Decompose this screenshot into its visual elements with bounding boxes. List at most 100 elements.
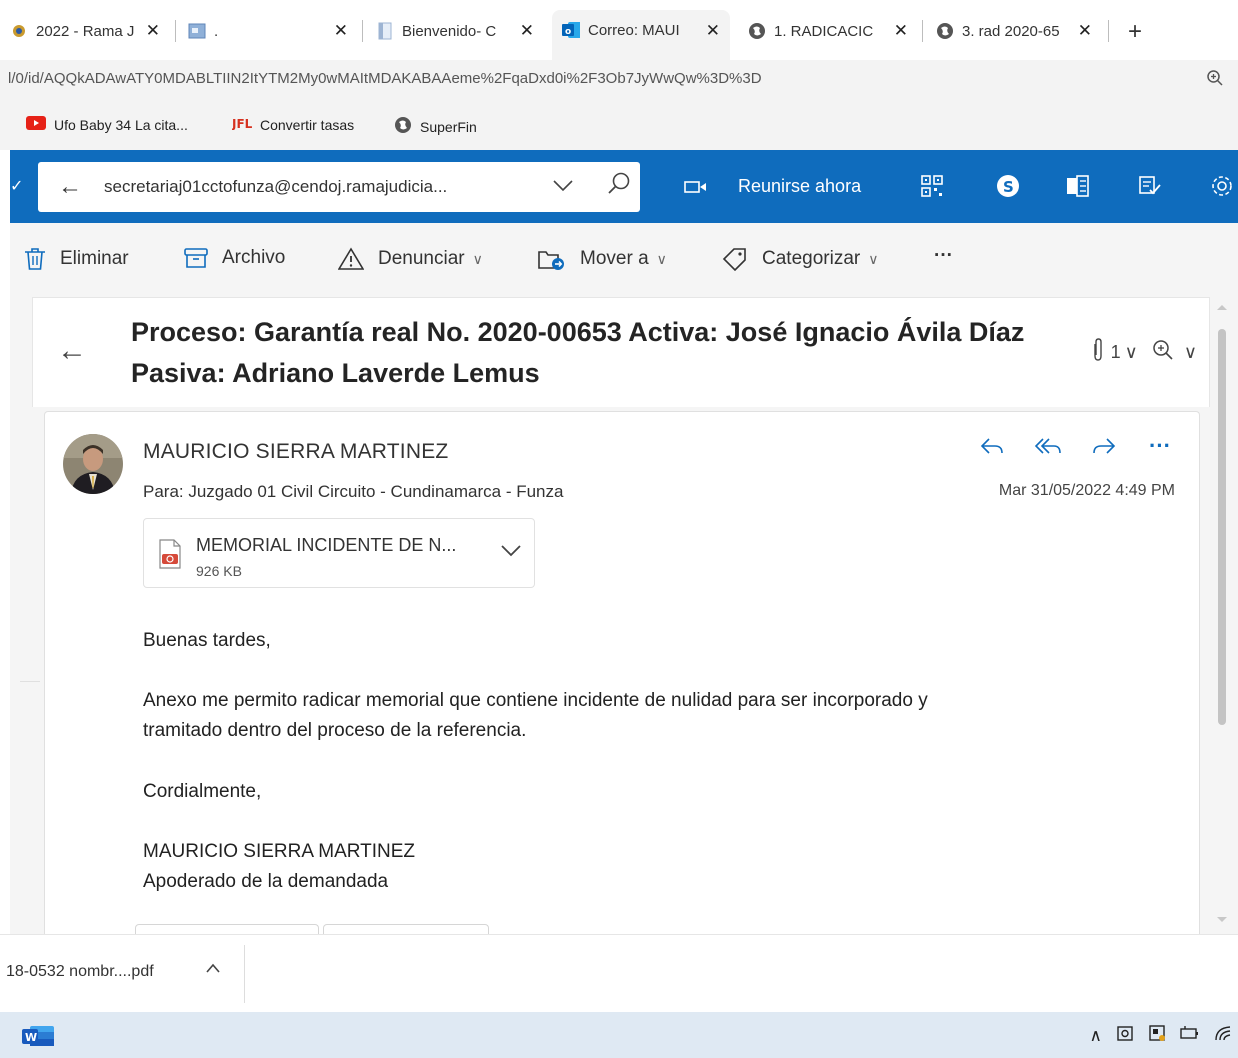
forward-icon[interactable]: [1089, 432, 1119, 460]
report-label: Denunciar: [378, 248, 465, 269]
close-tab-icon[interactable]: ✕: [334, 21, 348, 41]
scroll-down-icon[interactable]: [1217, 917, 1227, 922]
close-tab-icon[interactable]: ✕: [894, 21, 908, 41]
outlook-tray-icon[interactable]: [1116, 1024, 1134, 1047]
search-input[interactable]: secretariaj01cctofunza@cendoj.ramajudici…: [104, 177, 524, 197]
battery-icon[interactable]: [1180, 1024, 1200, 1047]
chevron-down-icon[interactable]: ∨: [1125, 342, 1138, 363]
scrollbar[interactable]: [1212, 297, 1232, 934]
sender-name[interactable]: MAURICIO SIERRA MARTINEZ: [143, 440, 448, 464]
close-tab-icon[interactable]: ✕: [146, 21, 160, 41]
wifi-icon[interactable]: [1214, 1024, 1232, 1047]
meet-now-button[interactable]: Reunirse ahora: [684, 176, 861, 197]
chevron-down-icon[interactable]: ✓: [10, 176, 23, 196]
back-arrow-icon[interactable]: ←: [57, 334, 87, 368]
new-tab-button[interactable]: +: [1128, 18, 1142, 46]
attachment-name: MEMORIAL INCIDENTE DE N...: [196, 535, 457, 555]
report-button[interactable]: Denunciar ∨: [338, 247, 483, 271]
categorize-button[interactable]: Categorizar ∨: [722, 247, 878, 271]
chevron-down-icon[interactable]: ∨: [1184, 342, 1197, 363]
avatar[interactable]: [63, 434, 123, 494]
bookmarks-bar: Ufo Baby 34 La cita... JFL Convertir tas…: [0, 100, 1238, 150]
rama-favicon-icon: [10, 22, 28, 40]
scrollbar-thumb[interactable]: [1218, 329, 1226, 725]
body-closing: Cordialmente,: [143, 781, 262, 802]
chevron-up-icon[interactable]: ∧: [1090, 1026, 1102, 1046]
folder-move-icon: [538, 247, 566, 271]
gear-icon[interactable]: [1208, 172, 1236, 200]
archive-button[interactable]: Archivo: [184, 247, 285, 269]
divider: [244, 945, 245, 1003]
system-tray: ∧: [1090, 1024, 1232, 1047]
paperclip-icon[interactable]: [1091, 338, 1105, 367]
move-to-button[interactable]: Mover a ∨: [538, 247, 667, 271]
clipboard-tray-icon[interactable]: [1148, 1024, 1166, 1047]
tab-title: 1. RADICACIC: [774, 22, 874, 40]
browser-tab-strip: 2022 - Rama J ✕ . ✕ Bienvenido- C ✕ o Co…: [0, 0, 1238, 60]
body-paragraph-line-2: tramitado dentro del proceso de la refer…: [143, 720, 527, 741]
bookmark-convertir-tasas[interactable]: JFL Convertir tasas: [231, 116, 355, 133]
attachment-size: 926 KB: [196, 563, 242, 579]
attachment-count[interactable]: 1: [1111, 342, 1121, 363]
back-arrow-icon[interactable]: ←: [58, 173, 82, 201]
tab-image[interactable]: . ✕: [188, 12, 358, 50]
reply-all-icon[interactable]: [1033, 432, 1063, 460]
chevron-up-icon[interactable]: [205, 961, 221, 979]
zoom-icon[interactable]: [1206, 69, 1224, 92]
svg-text:o: o: [565, 27, 571, 37]
more-actions-button[interactable]: ···: [1145, 432, 1175, 460]
tab-rama[interactable]: 2022 - Rama J ✕: [10, 12, 170, 50]
downloaded-file[interactable]: 18-0532 nombr....pdf: [6, 963, 154, 981]
bookmark-label: Convertir tasas: [260, 116, 355, 133]
chevron-down-icon: ∨: [472, 250, 483, 267]
command-bar: Eliminar Archivo Denunciar ∨ Mover a ∨ C…: [10, 223, 1238, 297]
tab-title: .: [214, 22, 219, 40]
reply-icon[interactable]: [977, 432, 1007, 460]
svg-text:S: S: [1003, 178, 1014, 196]
bookmark-superfin[interactable]: SuperFin: [394, 116, 477, 137]
url-text[interactable]: l/0/id/AQQkADAwATY0MDABLTIIN2ItYTM2My0wM…: [8, 70, 762, 87]
reading-pane: ← Proceso: Garantía real No. 2020-00653 …: [10, 297, 1238, 944]
tab-bienvenido[interactable]: Bienvenido- C ✕: [376, 12, 544, 50]
attachment-card[interactable]: MEMORIAL INCIDENTE DE N... 926 KB: [143, 518, 535, 588]
delete-button[interactable]: Eliminar: [24, 247, 129, 271]
close-tab-icon[interactable]: ✕: [706, 21, 720, 41]
chevron-down-icon[interactable]: [500, 541, 522, 564]
office-icon[interactable]: [1064, 172, 1092, 200]
archive-label: Archivo: [222, 247, 286, 268]
bookmark-label: Ufo Baby 34 La cita...: [54, 116, 188, 133]
search-box[interactable]: ← secretariaj01cctofunza@cendoj.ramajudi…: [38, 162, 640, 212]
close-tab-icon[interactable]: ✕: [520, 21, 534, 41]
message-actions: ···: [951, 432, 1175, 460]
tab-title: Bienvenido- C: [402, 22, 497, 40]
outlook-favicon-icon: o: [562, 21, 580, 39]
tag-icon: [722, 247, 748, 271]
tab-radicacion[interactable]: 1. RADICACIC ✕: [748, 12, 918, 50]
subject-header: ← Proceso: Garantía real No. 2020-00653 …: [32, 297, 1210, 407]
globe-icon: [394, 116, 412, 137]
tab-title: 3. rad 2020-65: [962, 22, 1060, 40]
email-subject: Proceso: Garantía real No. 2020-00653 Ac…: [131, 317, 1025, 388]
recipient-line: Para: Juzgado 01 Civil Circuito - Cundin…: [143, 482, 564, 501]
pdf-file-icon: [158, 539, 182, 574]
address-bar[interactable]: l/0/id/AQQkADAwATY0MDABLTIIN2ItYTM2My0wM…: [0, 60, 1238, 100]
bookmark-youtube[interactable]: Ufo Baby 34 La cita...: [26, 116, 188, 133]
word-app-icon[interactable]: W: [20, 1024, 56, 1048]
search-icon[interactable]: [606, 171, 632, 202]
bookmark-label: SuperFin: [420, 118, 477, 135]
scroll-up-icon[interactable]: [1217, 305, 1227, 310]
svg-text:JFL: JFL: [232, 117, 252, 130]
delete-label: Eliminar: [60, 248, 129, 269]
close-tab-icon[interactable]: ✕: [1078, 21, 1092, 41]
document-favicon-icon: [376, 22, 394, 40]
zoom-icon[interactable]: [1152, 339, 1174, 366]
qr-code-icon[interactable]: [918, 172, 946, 200]
skype-icon[interactable]: S: [994, 172, 1022, 200]
tab-correo[interactable]: o Correo: MAUI ✕: [552, 10, 730, 60]
more-options-button[interactable]: ···: [934, 245, 953, 267]
categorize-label: Categorizar: [762, 248, 861, 269]
feedback-icon[interactable]: [1136, 172, 1164, 200]
taskbar: W ∧: [0, 1012, 1238, 1058]
chevron-down-icon[interactable]: [552, 173, 574, 199]
tab-rad-2020[interactable]: 3. rad 2020-65 ✕: [936, 12, 1102, 50]
